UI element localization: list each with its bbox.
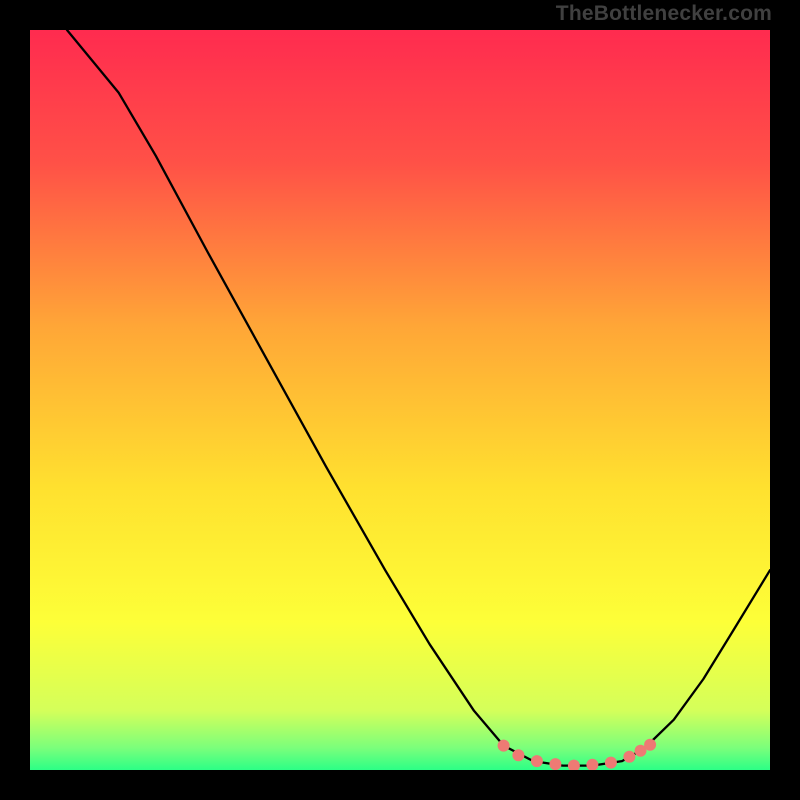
marker-dot xyxy=(531,755,543,767)
gradient-bg xyxy=(30,30,770,770)
chart-frame: TheBottlenecker.com xyxy=(0,0,800,800)
marker-dot xyxy=(644,739,656,751)
marker-dot xyxy=(512,749,524,761)
marker-dot xyxy=(623,751,635,763)
marker-dot xyxy=(498,740,510,752)
watermark-text: TheBottlenecker.com xyxy=(556,2,772,26)
marker-dot xyxy=(605,757,617,769)
marker-dot xyxy=(549,758,561,770)
chart-svg xyxy=(30,30,770,770)
